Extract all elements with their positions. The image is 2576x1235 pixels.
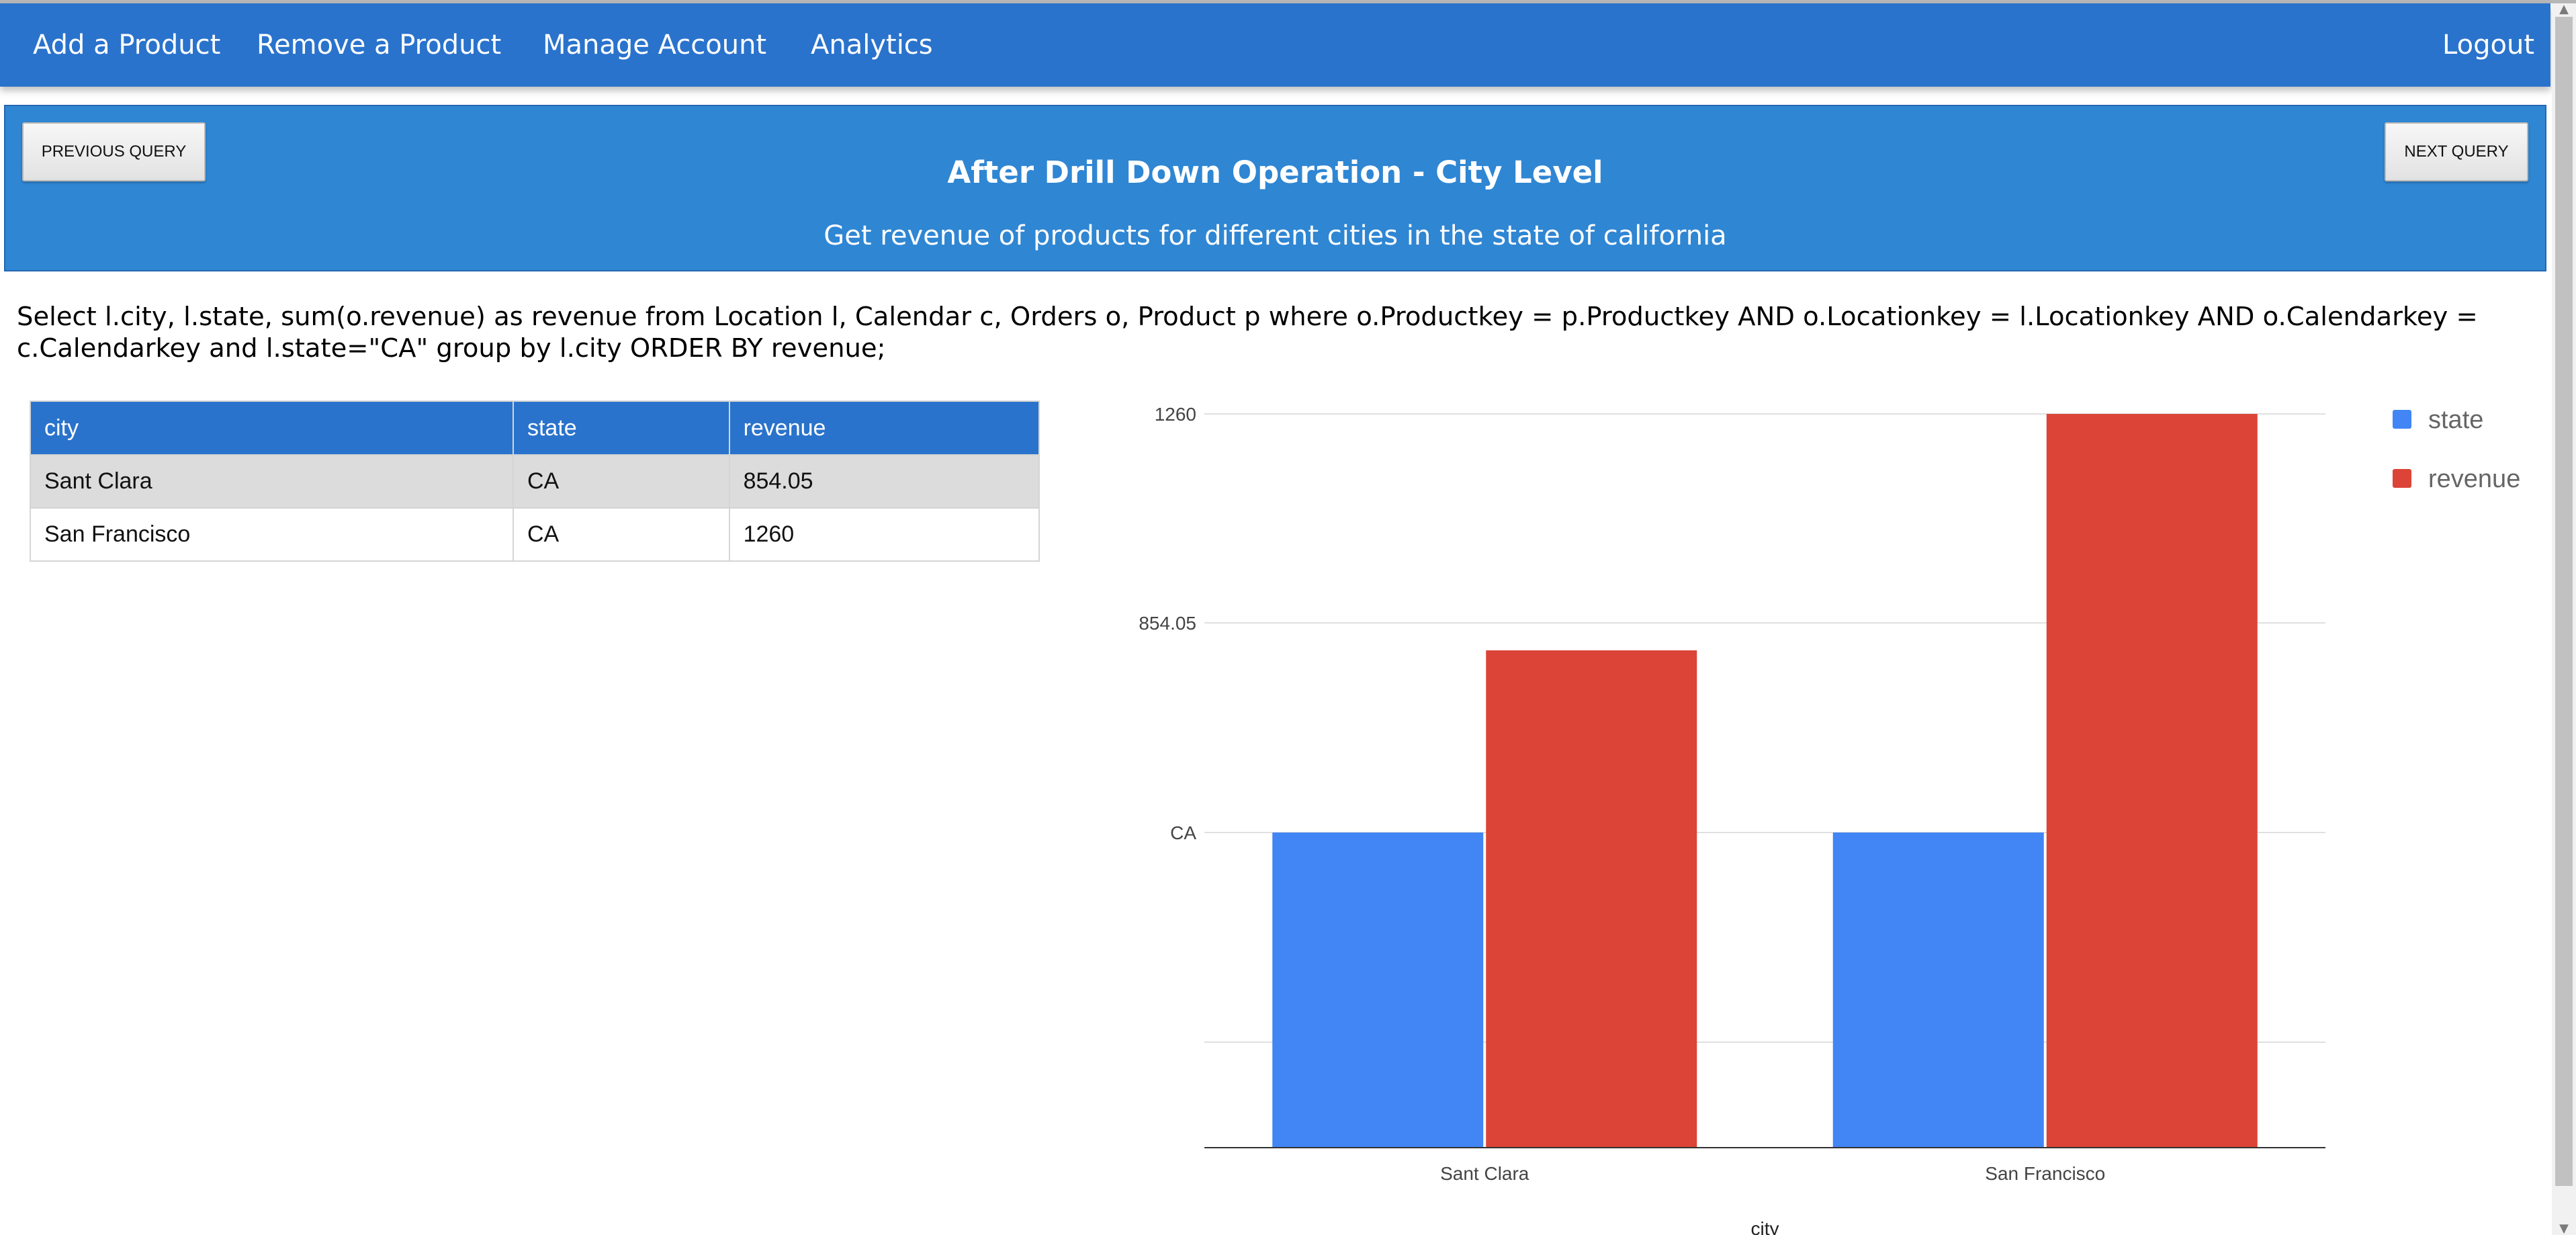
- cell-city: San Francisco: [30, 507, 514, 562]
- bar-revenue: [1486, 650, 1697, 1148]
- cell-city: Sant Clara: [30, 454, 514, 509]
- table-header-row: city state revenue: [30, 400, 1040, 456]
- legend-swatch: [2393, 469, 2411, 488]
- nav-analytics[interactable]: Analytics: [811, 3, 933, 87]
- revenue-bar-chart: 1260 854.05 CA Sant Clara San Francisco city s…: [1139, 404, 2520, 1235]
- query-subtitle: Get revenue of products for different ci…: [824, 220, 1727, 251]
- logout-link[interactable]: Logout: [2442, 3, 2534, 87]
- legend-label: state: [2428, 406, 2483, 434]
- x-tick-label: Sant Clara: [1440, 1163, 1529, 1184]
- legend-swatch: [2393, 410, 2411, 429]
- table-row: San Francisco CA 1260: [30, 507, 1040, 562]
- x-axis-title: city: [1751, 1218, 1779, 1235]
- legend-label: revenue: [2428, 465, 2520, 493]
- vertical-scrollbar[interactable]: ▲ ▼: [2552, 3, 2576, 1235]
- cell-state: CA: [512, 507, 730, 562]
- column-header-city[interactable]: city: [30, 400, 514, 456]
- y-tick-label: CA: [1170, 822, 1196, 843]
- nav-manage-account[interactable]: Manage Account: [543, 3, 766, 87]
- column-header-state[interactable]: state: [512, 400, 730, 456]
- bar-state: [1272, 833, 1484, 1148]
- app-window: Add a Product Remove a Product Manage Ac…: [0, 0, 2576, 1235]
- table-row: Sant Clara CA 854.05: [30, 454, 1040, 509]
- top-navbar: Add a Product Remove a Product Manage Ac…: [0, 3, 2550, 87]
- cell-revenue: 854.05: [728, 454, 1040, 509]
- cell-revenue: 1260: [728, 507, 1040, 562]
- bar-revenue: [2046, 414, 2258, 1148]
- results-table: city state revenue Sant Clara CA 854.05 …: [30, 400, 1040, 562]
- scrollbar-thumb[interactable]: [2555, 17, 2573, 1186]
- bar-state: [1832, 833, 2044, 1148]
- nav-add-product[interactable]: Add a Product: [33, 3, 220, 87]
- scroll-down-arrow-icon[interactable]: ▼: [2552, 1223, 2576, 1235]
- x-tick-label: San Francisco: [1985, 1163, 2105, 1184]
- column-header-revenue[interactable]: revenue: [728, 400, 1040, 456]
- scroll-up-arrow-icon[interactable]: ▲: [2552, 3, 2576, 15]
- nav-remove-product[interactable]: Remove a Product: [257, 3, 501, 87]
- query-title: After Drill Down Operation - City Level: [947, 155, 1603, 190]
- y-tick-label: 1260: [1155, 404, 1196, 425]
- sql-query-text: Select l.city, l.state, sum(o.revenue) a…: [17, 302, 2478, 364]
- query-header-panel: PREVIOUS QUERY NEXT QUERY After Drill Do…: [4, 105, 2546, 271]
- cell-state: CA: [512, 454, 730, 509]
- y-tick-label: 854.05: [1139, 613, 1196, 634]
